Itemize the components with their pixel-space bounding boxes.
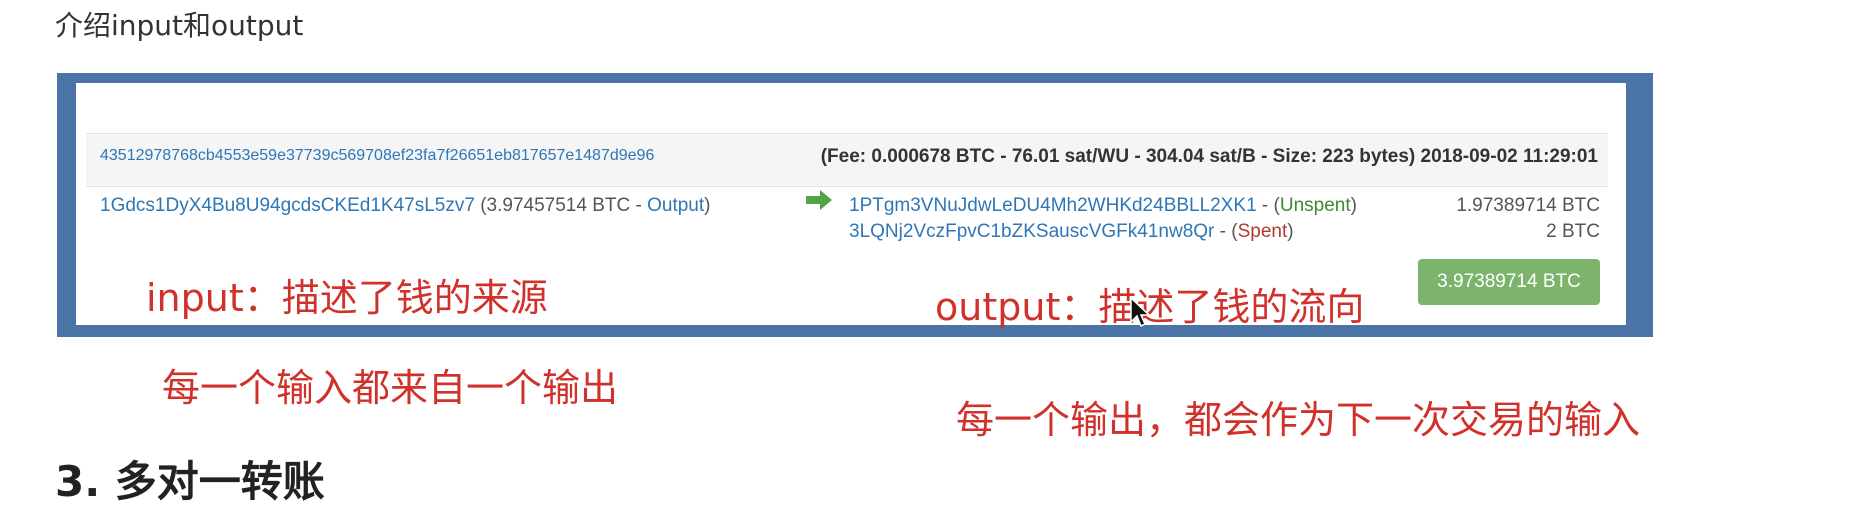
input-row: 1Gdcs1DyX4Bu8U94gcdsCKEd1K47sL5zv7 (3.97… [100,195,710,217]
intro-text: 介绍input和output [55,9,304,42]
each-input-annotation: 每一个输入都来自一个输出 [162,366,619,410]
output-2-address-link[interactable]: 3LQNj2VczFpvC1bZKS [849,221,1049,242]
output-2-amount: 2 BTC [1546,221,1600,242]
each-output-annotation: 每一个输出，都会作为下一次交易的输入 [956,398,1641,442]
input-annotation: input：描述了钱的来源 [146,276,548,320]
output-1-address-link[interactable]: 1PTgm3VNuJdwLeDU4Mh2WHKd24BBLL2XK1 [849,195,1257,216]
right-arrow-icon [804,186,834,219]
output-2-status-link[interactable]: Spent [1238,221,1288,242]
section-heading: 3. 多对一转账 [55,457,325,506]
transaction-meta: (Fee: 0.000678 BTC - 76.01 sat/WU - 304.… [820,146,1598,167]
output-2-sep: - ( [1214,221,1238,242]
total-amount-button[interactable]: 3.97389714 BTC [1418,259,1600,305]
output-1-close: ) [1350,195,1357,216]
output-1-status-link[interactable]: Unspent [1280,195,1351,216]
input-address-link[interactable]: 1Gdcs1DyX4Bu8U94gcdsCKEd1K47sL5zv7 [100,195,475,216]
input-type-link[interactable]: Output [647,195,704,216]
transaction-panel: 43512978768cb4553e59e37739c569708ef23fa7… [76,83,1626,329]
mouse-pointer-icon [1129,296,1151,330]
output-2-close: ) [1287,221,1294,242]
output-1-amount: 1.97389714 BTC [1456,195,1600,216]
output-row-2: 3LQNj2VczFpvC1bZKSauscVGFk41nw8Qr - (Spe… [849,221,1294,243]
input-amount: (3.97457514 BTC - [480,195,648,216]
output-2-address-tail[interactable]: auscVGFk41nw8Qr [1049,221,1215,242]
output-row-1: 1PTgm3VNuJdwLeDU4Mh2WHKd24BBLL2XK1 - (Un… [849,195,1357,217]
transaction-hash-link[interactable]: 43512978768cb4553e59e37739c569708ef23fa7… [100,147,654,165]
screenshot-frame: 43512978768cb4553e59e37739c569708ef23fa7… [57,73,1653,337]
transaction-header: 43512978768cb4553e59e37739c569708ef23fa7… [86,133,1608,187]
output-1-sep: - ( [1256,195,1280,216]
input-close: ) [704,195,711,216]
